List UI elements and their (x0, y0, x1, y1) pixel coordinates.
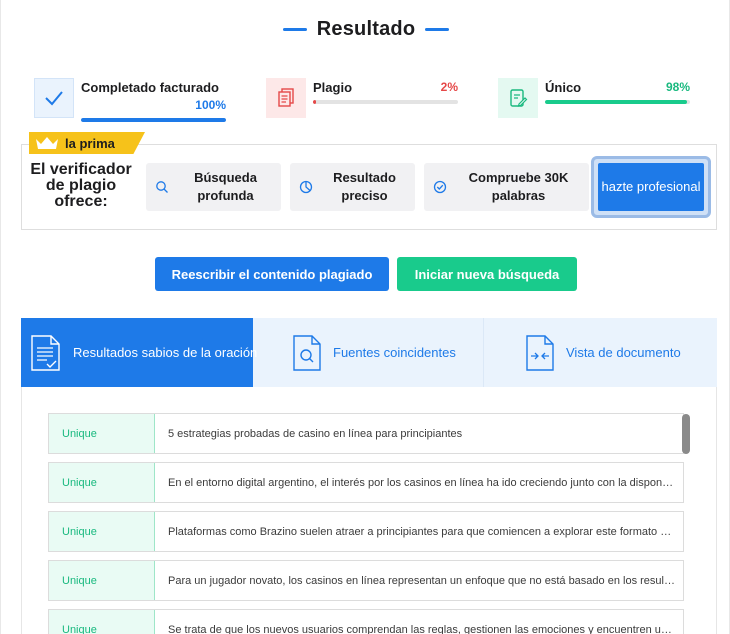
stat-unique-bar-fill (545, 100, 688, 104)
document-compare-icon (526, 334, 554, 371)
tab-document-view[interactable]: Vista de documento (484, 318, 717, 387)
checkmark-icon (34, 78, 74, 118)
stat-plagiarism-bar (313, 100, 458, 104)
result-text: 5 estrategias probadas de casino en líne… (168, 427, 463, 440)
feature-deep-search-label: Búsqueda profunda (194, 170, 257, 203)
stat-completed-bar (81, 118, 226, 122)
result-status: Unique (49, 512, 155, 551)
feature-accurate-result: Resultado preciso (290, 163, 415, 211)
document-lines-icon (31, 334, 60, 371)
result-text: En el entorno digital argentino, el inte… (168, 476, 675, 489)
feature-check-words: Compruebe 30K palabras (424, 163, 589, 211)
new-search-button[interactable]: Iniciar nueva búsqueda (397, 257, 577, 291)
result-text-cell: Para un jugador novato, los casinos en l… (155, 561, 683, 600)
result-text: Plataformas como Brazino suelen atraer a… (168, 525, 675, 538)
rewrite-plagiarized-button[interactable]: Reescribir el contenido plagiado (155, 257, 389, 291)
result-text: Se trata de que los nuevos usuarios comp… (168, 623, 675, 634)
tab-matching-sources-label: Fuentes coincidentes (333, 345, 456, 360)
pie-chart-icon (298, 179, 314, 195)
result-text-cell: Se trata de que los nuevos usuarios comp… (155, 610, 683, 634)
stat-completed-value: 100% (195, 98, 226, 112)
page: Resultado Completado facturado 100% Plag… (0, 0, 730, 634)
crown-icon (36, 137, 58, 149)
premium-lead: El verificador de plagio ofrece: (30, 161, 132, 210)
result-text-cell: En el entorno digital argentino, el inte… (155, 463, 683, 502)
stat-plagiarism-value: 2% (440, 80, 458, 94)
documents-icon (266, 78, 306, 118)
stat-plagiarism-label: Plagio (313, 80, 353, 95)
result-tabs: Resultados sabios de la oración Fuentes … (21, 318, 717, 387)
result-status: Unique (49, 561, 155, 600)
result-text: Para un jugador novato, los casinos en l… (168, 574, 675, 587)
stat-unique-label: Único (545, 80, 582, 95)
title-row: Resultado (1, 18, 730, 41)
results-scrollbar[interactable] (682, 414, 690, 454)
result-text-cell: Plataformas como Brazino suelen atraer a… (155, 512, 683, 551)
result-row[interactable]: Unique Plataformas como Brazino suelen at… (48, 511, 684, 552)
go-pro-button[interactable]: hazte profesional (598, 163, 704, 211)
premium-badge: la prima (29, 132, 145, 154)
result-status: Unique (49, 610, 155, 634)
result-status: Unique (49, 414, 155, 453)
stat-plagiarism-bar-fill (313, 100, 316, 104)
tab-sentence-results-label: Resultados sabios de la oración (73, 345, 258, 360)
check-circle-icon (432, 179, 448, 195)
result-status: Unique (49, 463, 155, 502)
premium-badge-label: la prima (65, 135, 115, 151)
edit-document-icon (498, 78, 538, 118)
feature-deep-search: Búsqueda profunda (146, 163, 281, 211)
tab-document-view-label: Vista de documento (566, 345, 681, 360)
result-text-cell: 5 estrategias probadas de casino en líne… (155, 414, 683, 453)
result-row[interactable]: Unique Se trata de que los nuevos usuario… (48, 609, 684, 634)
tab-matching-sources[interactable]: Fuentes coincidentes (253, 318, 484, 387)
result-row[interactable]: Unique Para un jugador novato, los casino… (48, 560, 684, 601)
result-row[interactable]: Unique En el entorno digital argentino, e… (48, 462, 684, 503)
stat-unique-bar (545, 100, 690, 104)
title-dash-left (282, 28, 307, 31)
title-dash-right (425, 28, 450, 31)
stat-unique-value: 98% (665, 80, 690, 94)
feature-check-words-label: Compruebe 30K palabras (468, 170, 569, 203)
stat-completed-bar-fill (81, 118, 226, 122)
results-panel: Unique 5 estrategias probadas de casino e… (21, 387, 717, 634)
stat-plagiarism: Plagio 2% (266, 78, 461, 120)
document-search-icon (293, 334, 321, 371)
tab-sentence-results[interactable]: Resultados sabios de la oración (21, 318, 257, 387)
pro-button-frame: hazte profesional (591, 156, 711, 218)
stat-completed-label: Completado facturado (81, 80, 219, 95)
result-row[interactable]: Unique 5 estrategias probadas de casino e… (48, 413, 684, 454)
page-title: Resultado (316, 18, 416, 40)
search-icon (154, 179, 170, 195)
stat-completed: Completado facturado 100% (34, 78, 229, 122)
stat-unique: Único 98% (498, 78, 693, 120)
results-list: Unique 5 estrategias probadas de casino e… (48, 413, 684, 634)
feature-accurate-result-label: Resultado preciso (333, 170, 396, 203)
